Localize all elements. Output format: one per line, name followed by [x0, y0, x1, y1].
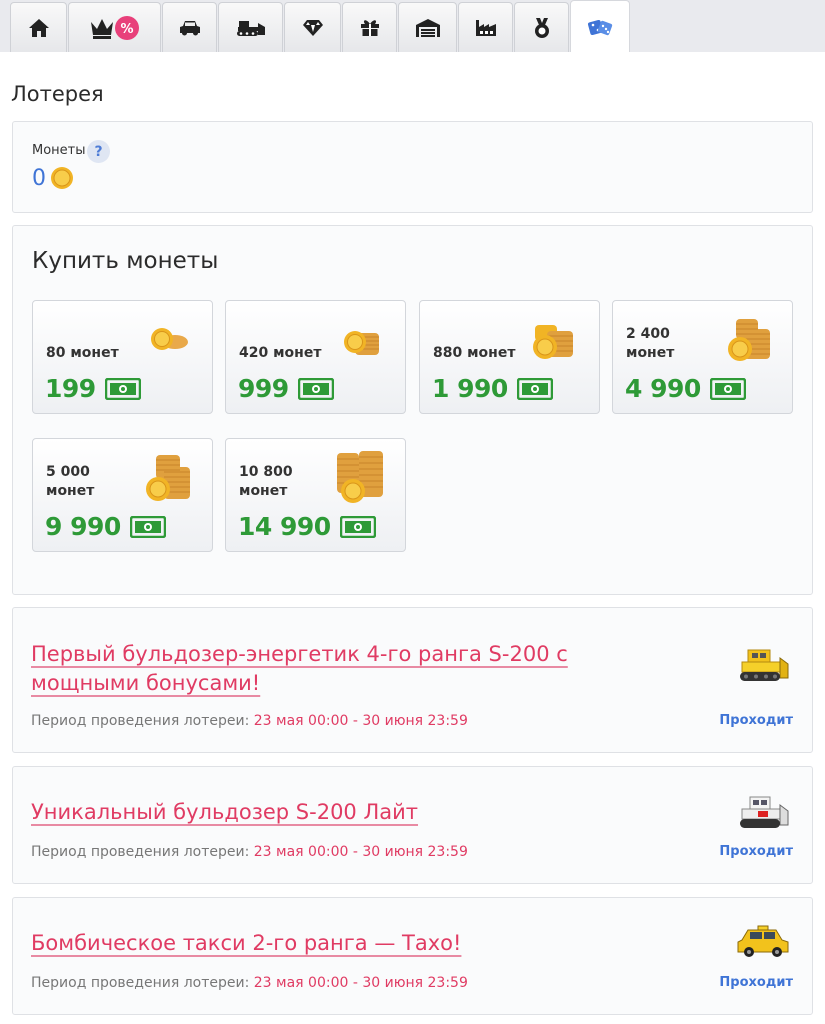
coin-package-2400[interactable]: 2 400 монет 4 990 — [612, 300, 793, 414]
period-label: Период проведения лотереи: — [31, 844, 250, 860]
banknote-icon — [104, 377, 141, 400]
package-price: 14 990 — [238, 512, 376, 541]
coin-package-5000[interactable]: 5 000 монет 9 990 — [32, 438, 213, 552]
factory-icon — [475, 19, 496, 36]
lottery-status: Проходит — [719, 844, 793, 859]
price-value: 1 990 — [432, 374, 508, 403]
package-amount: 80 монет — [46, 345, 119, 361]
package-price: 4 990 — [625, 374, 746, 403]
white-bulldozer-image — [740, 796, 789, 828]
tab-home[interactable] — [10, 2, 67, 52]
coins-stack-icon — [344, 331, 379, 355]
lottery-period: Период проведения лотереи: 23 мая 00:00 … — [31, 844, 468, 860]
package-price: 1 990 — [432, 374, 553, 403]
tab-machinery[interactable] — [218, 2, 283, 52]
package-amount: 10 800 монет — [239, 464, 293, 499]
period-dates: 23 мая 00:00 - 30 июня 23:59 — [253, 975, 468, 991]
package-price: 199 — [45, 374, 141, 403]
coin-icon — [51, 167, 73, 189]
price-value: 199 — [45, 374, 96, 403]
price-value: 999 — [238, 374, 289, 403]
package-amount: 880 монет — [433, 345, 516, 361]
package-amount: 2 400 монет — [626, 326, 675, 361]
tab-bar: % — [10, 0, 631, 53]
lottery-item: Бомбическое такси 2-го ранга — Тахо! Пер… — [12, 897, 813, 1015]
price-value: 4 990 — [625, 374, 701, 403]
medal-icon — [534, 17, 549, 38]
tab-lottery[interactable] — [570, 0, 630, 53]
coin-package-80[interactable]: 80 монет 199 — [32, 300, 213, 414]
coins-stack-icon — [337, 451, 383, 503]
discount-badge: % — [120, 22, 133, 37]
bulldozer-icon — [236, 20, 265, 36]
lottery-item: Первый бульдозер-энергетик 4-го ранга S-… — [12, 607, 813, 753]
price-value: 14 990 — [238, 512, 331, 541]
tab-achievements[interactable] — [514, 2, 569, 52]
lottery-period: Период проведения лотереи: 23 мая 00:00 … — [31, 975, 468, 991]
car-icon — [179, 20, 200, 35]
lottery-item: Уникальный бульдозер S-200 Лайт Период п… — [12, 766, 813, 884]
tab-premium-discount[interactable]: % — [68, 2, 161, 52]
banknote-icon — [516, 377, 553, 400]
tab-garage[interactable] — [398, 2, 457, 52]
yellow-taxi-suv-image — [737, 925, 789, 957]
help-icon[interactable]: ? — [87, 140, 110, 163]
coin-package-420[interactable]: 420 монет 999 — [225, 300, 406, 414]
tab-gifts[interactable] — [342, 2, 397, 52]
coins-stack-icon — [151, 328, 188, 350]
coins-label: Монеты — [32, 143, 86, 158]
coins-stack-icon — [533, 325, 573, 359]
package-price: 999 — [238, 374, 334, 403]
coins-stack-icon — [728, 319, 770, 361]
lottery-status: Проходит — [719, 713, 793, 728]
coins-balance-card: Монеты ? 0 — [12, 121, 813, 213]
coin-package-10800[interactable]: 10 800 монет 14 990 — [225, 438, 406, 552]
lottery-title-link[interactable]: Первый бульдозер-энергетик 4-го ранга S-… — [31, 640, 591, 698]
tab-cars[interactable] — [162, 2, 217, 52]
gift-icon — [360, 20, 379, 36]
lottery-period: Период проведения лотереи: 23 мая 00:00 … — [31, 713, 468, 729]
period-label: Период проведения лотереи: — [31, 975, 250, 991]
buy-coins-card: Купить монеты 80 монет 199 420 монет 999 — [12, 225, 813, 595]
tab-factory[interactable] — [458, 2, 513, 52]
lottery-title-link[interactable]: Уникальный бульдозер S-200 Лайт — [31, 798, 418, 827]
banknote-icon — [709, 377, 746, 400]
coins-stack-icon — [146, 455, 190, 501]
yellow-bulldozer-image — [740, 649, 789, 681]
package-price: 9 990 — [45, 512, 166, 541]
banknote-icon — [297, 377, 334, 400]
period-label: Период проведения лотереи: — [31, 713, 250, 729]
coins-value: 0 — [32, 166, 46, 191]
banknote-icon — [129, 515, 166, 538]
garage-icon — [415, 18, 440, 37]
buy-coins-title: Купить монеты — [32, 248, 219, 274]
package-amount: 5 000 монет — [46, 464, 95, 499]
lottery-status: Проходит — [719, 975, 793, 990]
lottery-title-link[interactable]: Бомбическое такси 2-го ранга — Тахо! — [31, 929, 461, 958]
tab-diamonds[interactable] — [284, 2, 341, 52]
page-title: Лотерея — [11, 82, 104, 106]
crown-discount-icon: % — [90, 15, 139, 40]
price-value: 9 990 — [45, 512, 121, 541]
coin-package-880[interactable]: 880 монет 1 990 — [419, 300, 600, 414]
package-amount: 420 монет — [239, 345, 322, 361]
home-icon — [28, 18, 49, 37]
diamond-icon — [302, 19, 323, 36]
period-dates: 23 мая 00:00 - 30 июня 23:59 — [253, 713, 468, 729]
lottery-page: Лотерея Монеты ? 0 Купить монеты 80 моне… — [0, 52, 825, 1024]
banknote-icon — [339, 515, 376, 538]
period-dates: 23 мая 00:00 - 30 июня 23:59 — [253, 844, 468, 860]
dice-icon — [587, 19, 613, 36]
